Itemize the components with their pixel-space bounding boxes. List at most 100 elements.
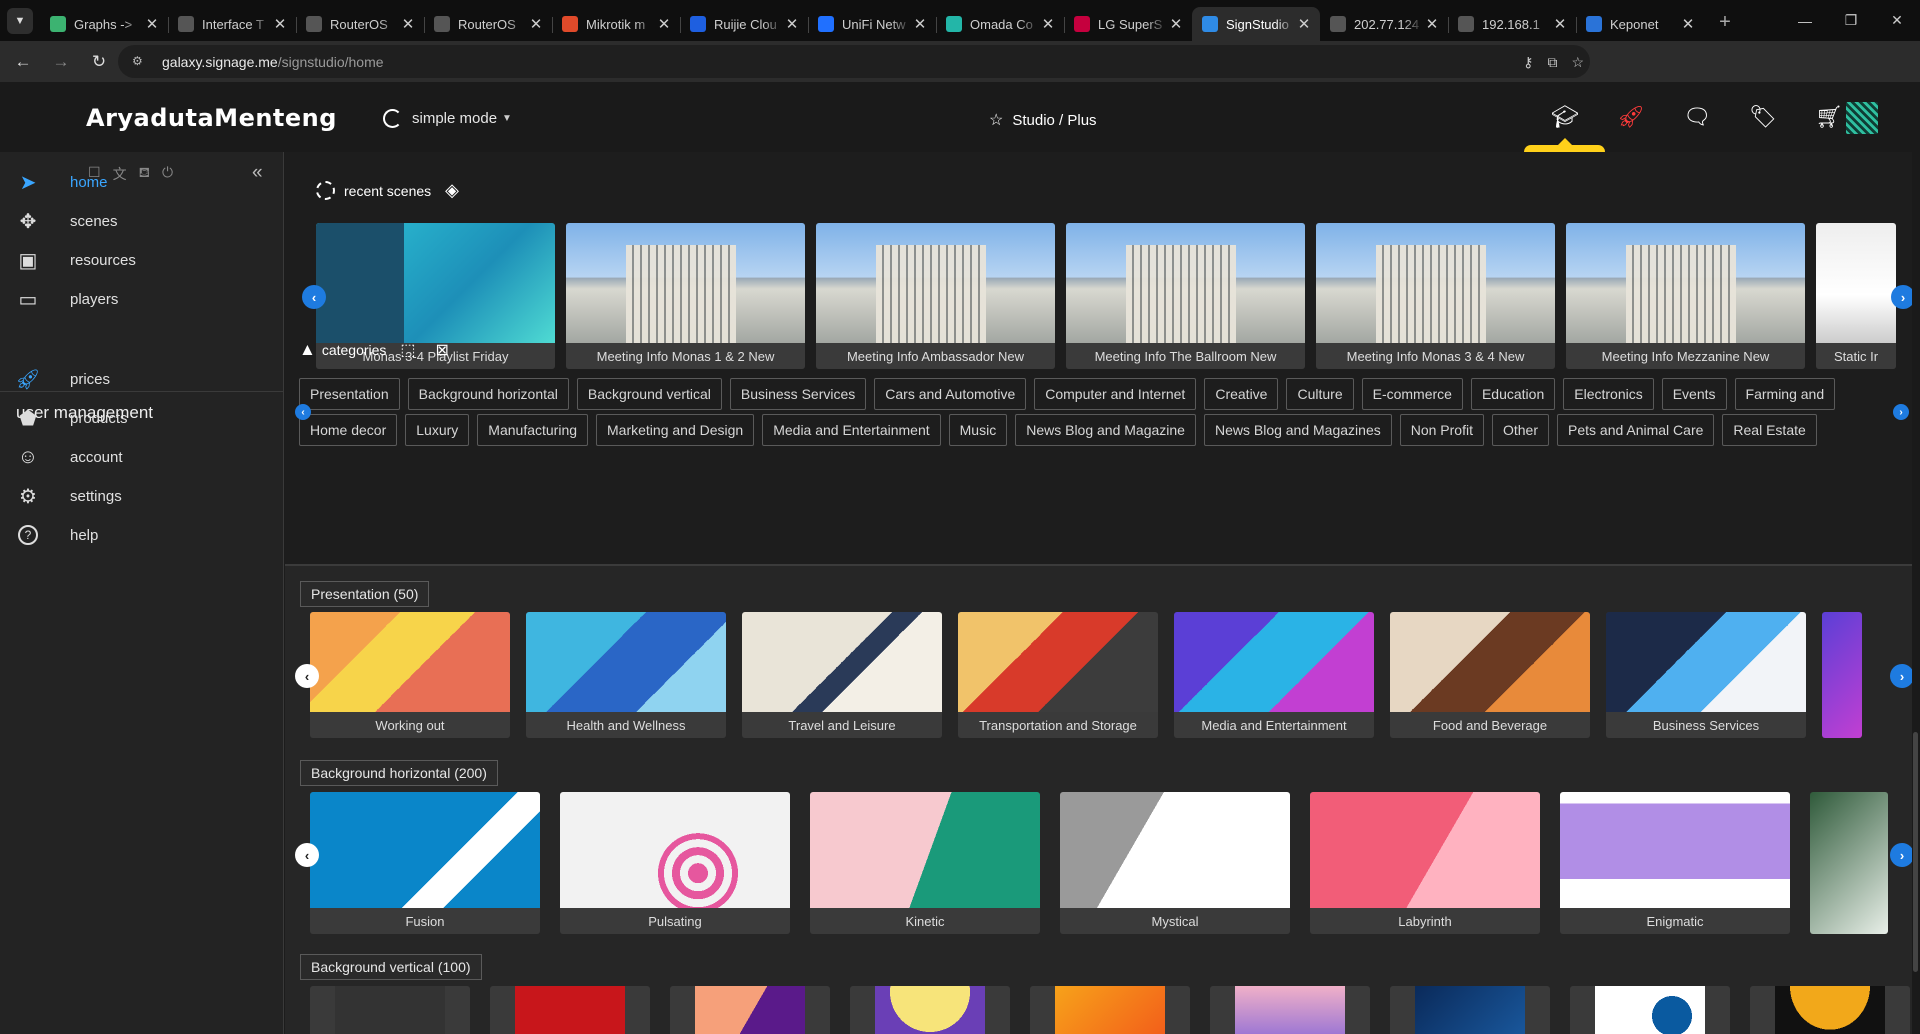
bg-horizontal-section-title[interactable]: Background horizontal (200) (300, 760, 498, 786)
app-logo[interactable]: AryadutaMenteng (86, 104, 337, 132)
deselect-all-icon[interactable]: ⊠ (436, 340, 449, 360)
browser-tab[interactable]: Graphs -> ✕ (40, 7, 168, 41)
sidebar-item-products[interactable]: ⬟ products (0, 398, 284, 438)
studio-plan[interactable]: ☆ Studio / Plus (989, 110, 1097, 130)
brand-mosaic-icon[interactable] (1846, 102, 1878, 134)
template-card[interactable]: Mystical (1060, 792, 1290, 934)
password-key-icon[interactable]: ⚷ (1523, 54, 1533, 71)
close-tab-icon[interactable]: ✕ (656, 15, 672, 33)
mode-selector[interactable]: simple mode ▼ (383, 109, 512, 128)
template-card[interactable]: Food and Beverage (1390, 612, 1590, 738)
presentation-section-title[interactable]: Presentation (50) (300, 581, 430, 607)
site-info-icon[interactable]: ⚙ (132, 54, 148, 68)
close-tab-icon[interactable]: ✕ (912, 15, 928, 33)
recent-prev-button[interactable]: ‹ (302, 285, 326, 309)
template-card[interactable] (1822, 612, 1862, 738)
category-chip[interactable]: Background vertical (576, 378, 722, 410)
layers-icon[interactable]: ◈ (445, 180, 459, 201)
bg-vertical-section-title[interactable]: Background vertical (100) (300, 954, 482, 980)
scene-card[interactable]: Static Ir (1816, 223, 1896, 369)
category-chip[interactable]: Presentation (299, 378, 400, 410)
template-card[interactable]: Media and Entertainment (1174, 612, 1374, 738)
chat-icon[interactable]: 🗨︎ (1680, 102, 1714, 132)
category-chip[interactable]: Luxury (405, 414, 470, 446)
category-chip[interactable]: Computer and Internet (1034, 378, 1197, 410)
bg-horizontal-next-button[interactable]: › (1890, 843, 1914, 867)
browser-tab[interactable]: RouterOS ✕ (296, 7, 424, 41)
browser-tab[interactable]: SignStudio ✕ (1192, 7, 1320, 41)
category-chip[interactable]: Pets and Animal Care (1557, 414, 1715, 446)
minimize-button[interactable]: — (1782, 0, 1828, 41)
close-tab-icon[interactable]: ✕ (144, 15, 160, 33)
template-card[interactable]: Health and Wellness (526, 612, 726, 738)
scrollbar-thumb[interactable] (1913, 732, 1918, 972)
forward-button[interactable]: → (44, 45, 78, 79)
category-chip[interactable]: Marketing and Design (596, 414, 755, 446)
template-card[interactable] (310, 986, 470, 1034)
browser-tab[interactable]: Omada Co ✕ (936, 7, 1064, 41)
rocket-icon[interactable]: 🚀︎ (1614, 102, 1648, 132)
template-card[interactable]: Transportation and Storage (958, 612, 1158, 738)
sidebar-item-prices[interactable]: 🚀︎ prices (0, 359, 284, 399)
template-card[interactable]: Kinetic (810, 792, 1040, 934)
template-card[interactable] (1750, 986, 1910, 1034)
template-card[interactable] (850, 986, 1010, 1034)
url-bar[interactable]: ⚙ galaxy.signage.me/signstudio/home (118, 45, 1590, 78)
template-card[interactable] (1810, 792, 1888, 934)
template-card[interactable]: Travel and Leisure (742, 612, 942, 738)
install-app-icon[interactable]: ⧉ (1547, 54, 1557, 71)
category-chip[interactable]: Creative (1204, 378, 1279, 410)
sidebar-item-settings[interactable]: ⚙ settings (0, 476, 284, 516)
restore-button[interactable]: ❐ (1828, 0, 1874, 41)
template-card[interactable] (1570, 986, 1730, 1034)
close-tab-icon[interactable]: ✕ (1040, 15, 1056, 33)
category-chip[interactable]: Education (1470, 378, 1556, 410)
close-tab-icon[interactable]: ✕ (272, 15, 288, 33)
bookmark-star-icon[interactable]: ☆ (1571, 54, 1584, 71)
category-chip[interactable]: Home decor (299, 414, 398, 446)
template-card[interactable] (1390, 986, 1550, 1034)
new-tab-button[interactable]: + (1708, 11, 1742, 34)
template-card[interactable] (490, 986, 650, 1034)
select-all-icon[interactable]: ⬚ (400, 340, 415, 360)
category-chip[interactable]: Background horizontal (407, 378, 569, 410)
browser-tab[interactable]: RouterOS ✕ (424, 7, 552, 41)
browser-tab[interactable]: Interface T ✕ (168, 7, 296, 41)
browser-tab[interactable]: 192.168.1 ✕ (1448, 7, 1576, 41)
template-card[interactable] (1210, 986, 1370, 1034)
browser-tab[interactable]: LG SuperS ✕ (1064, 7, 1192, 41)
scene-card[interactable]: Meeting Info Monas 1 & 2 New (566, 223, 805, 369)
sidebar-item-scenes[interactable]: ✥ scenes (0, 201, 284, 241)
sidebar-item-account[interactable]: ☺ account (0, 437, 284, 477)
category-chip[interactable]: Other (1491, 414, 1549, 446)
browser-tab[interactable]: Mikrotik m ✕ (552, 7, 680, 41)
template-card[interactable] (670, 986, 830, 1034)
graduation-cap-icon[interactable]: 🎓︎ (1548, 102, 1582, 132)
category-chip[interactable]: Events (1661, 378, 1727, 410)
tag-icon[interactable]: 🏷︎ (1746, 102, 1780, 132)
close-tab-icon[interactable]: ✕ (1552, 15, 1568, 33)
back-button[interactable]: ← (6, 45, 40, 79)
close-tab-icon[interactable]: ✕ (1424, 15, 1440, 33)
category-chip[interactable]: Non Profit (1399, 414, 1484, 446)
category-chip[interactable]: Manufacturing (477, 414, 589, 446)
category-chip[interactable]: E-commerce (1361, 378, 1463, 410)
close-tab-icon[interactable]: ✕ (1296, 15, 1312, 33)
close-window-button[interactable]: ✕ (1874, 0, 1920, 41)
close-tab-icon[interactable]: ✕ (1168, 15, 1184, 33)
category-chip[interactable]: Business Services (729, 378, 867, 410)
reload-button[interactable]: ↻ (82, 45, 116, 79)
category-chip[interactable]: News Blog and Magazine (1015, 414, 1196, 446)
page-scrollbar[interactable] (1912, 152, 1920, 1034)
template-card[interactable] (1030, 986, 1190, 1034)
scene-card[interactable]: Meeting Info Ambassador New (816, 223, 1055, 369)
template-card[interactable]: Pulsating (560, 792, 790, 934)
category-chip[interactable]: Electronics (1563, 378, 1654, 410)
categories-next-button[interactable]: › (1893, 404, 1909, 420)
presentation-prev-button[interactable]: ‹ (295, 664, 319, 688)
categories-prev-button[interactable]: ‹ (295, 404, 311, 420)
template-card[interactable]: Fusion (310, 792, 540, 934)
category-chip[interactable]: Cars and Automotive (874, 378, 1027, 410)
close-tab-icon[interactable]: ✕ (400, 15, 416, 33)
sidebar-item-home[interactable]: ➤ home (0, 162, 284, 202)
